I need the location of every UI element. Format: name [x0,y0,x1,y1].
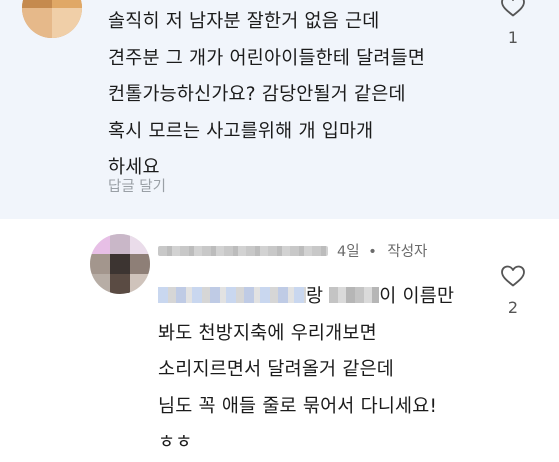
avatar[interactable] [90,234,150,294]
comment-line: 견주분 그 개가 어린아이들한테 달려들면 [108,47,426,69]
heart-outline-icon [501,0,525,17]
like-count: 2 [507,298,519,317]
author-badge: 작성자 [387,244,428,260]
comment-line: 소리지르면서 달려올거 같은데 [158,359,395,380]
comment-fragment: 이 이름만 [379,286,455,307]
comment-item: 솔직히 저 남자분 잘한거 없음 근데 견주분 그 개가 어린아이들한테 달려들… [0,0,559,219]
author-name-redacted[interactable] [158,246,328,256]
reply-button[interactable]: 답글 달기 [108,175,166,196]
comment-text: 랑 이 이름만 봐도 천방지축에 우리개보면 소리지르면서 달려올거 같은데 님도… [158,279,498,462]
comment-text: 솔직히 저 남자분 잘한거 없음 근데 견주분 그 개가 어린아이들한테 달려들… [108,4,488,187]
comment-line: 님도 꼭 애들 줄로 묶어서 다니세요! [158,395,438,417]
heart-outline-icon [501,265,525,287]
comment-line: 혹시 모르는 사고를위해 개 입마개 [108,120,374,142]
comment-time: 4일 [337,244,360,260]
comment-line: 봐도 천방지축에 우리개보면 [158,322,377,344]
comment-line: ㅎㅎ [158,432,193,453]
like-button[interactable]: 2 [498,264,528,317]
redacted-text [329,287,380,303]
avatar[interactable] [22,0,82,38]
comment-line: 솔직히 저 남자분 잘한거 없음 근데 [108,11,380,32]
comment-fragment: 랑 [306,286,324,307]
like-button[interactable]: 1 [498,0,528,47]
redacted-text [158,287,306,303]
comment-line: 컨톨가능하신가요? 감당안될거 같은데 [108,84,406,105]
comment-meta: 4일 • 작성자 [337,240,427,261]
like-count: 1 [507,28,519,47]
meta-separator: • [368,244,377,260]
comment-line: 랑 이 이름만 [158,279,498,316]
